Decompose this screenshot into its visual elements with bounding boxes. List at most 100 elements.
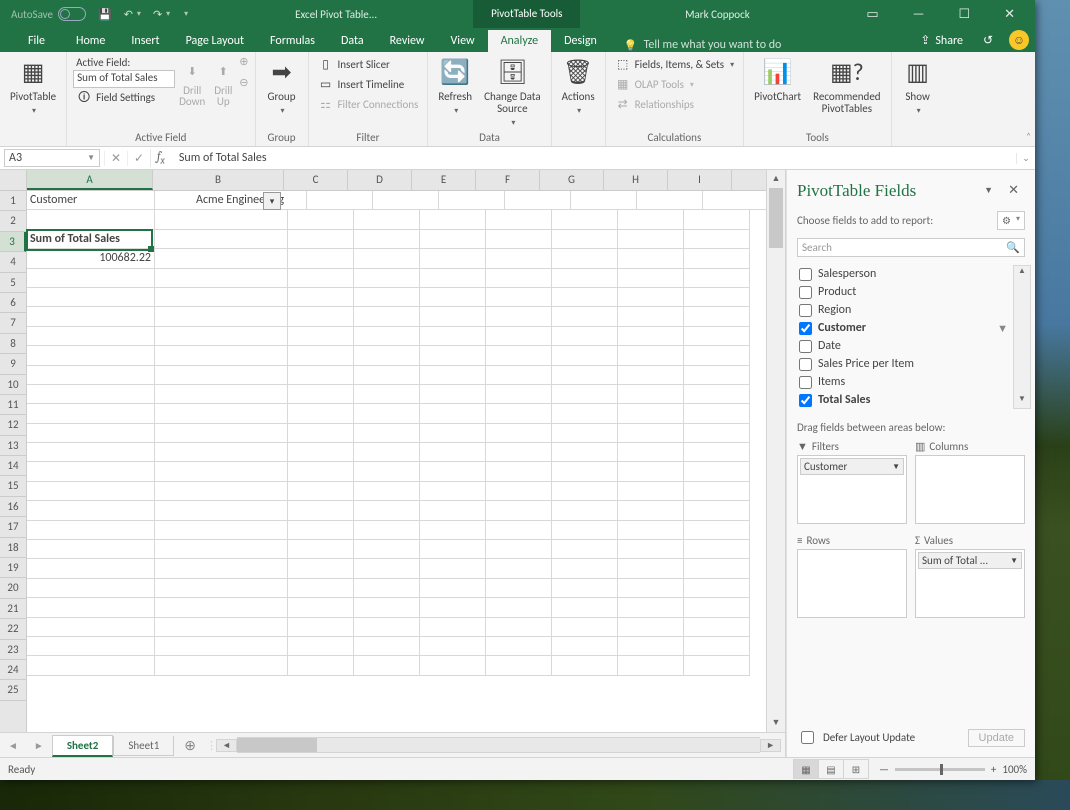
row-header-10[interactable]: 10 bbox=[0, 375, 26, 395]
cell-C22[interactable] bbox=[288, 598, 354, 617]
horizontal-scrollbar[interactable]: ◄ ► bbox=[216, 737, 781, 753]
cell-F4[interactable] bbox=[486, 249, 552, 268]
field-region[interactable]: Region bbox=[797, 301, 1010, 319]
cell-I1[interactable] bbox=[703, 191, 766, 210]
enter-formula-icon[interactable]: ✓ bbox=[127, 151, 150, 166]
cell-F15[interactable] bbox=[486, 462, 552, 481]
cell-F1[interactable] bbox=[505, 191, 571, 210]
cell-E20[interactable] bbox=[420, 559, 486, 578]
cell-H1[interactable] bbox=[637, 191, 703, 210]
cell-A7[interactable] bbox=[27, 307, 155, 326]
cell-E4[interactable] bbox=[420, 249, 486, 268]
cell-E19[interactable] bbox=[420, 540, 486, 559]
cell-I22[interactable] bbox=[684, 598, 750, 617]
cell-G7[interactable] bbox=[552, 307, 618, 326]
collapse-field-icon[interactable]: ⊖ bbox=[239, 76, 248, 89]
cell-E18[interactable] bbox=[420, 521, 486, 540]
new-sheet-button[interactable]: ⊕ bbox=[174, 737, 206, 754]
field-customer[interactable]: Customer▼ bbox=[797, 319, 1010, 337]
cell-B22[interactable] bbox=[155, 598, 288, 617]
row-header-25[interactable]: 25 bbox=[0, 680, 26, 700]
cell-D5[interactable] bbox=[354, 269, 420, 288]
sheet-nav-prev[interactable]: ◄ bbox=[0, 739, 26, 752]
collapse-ribbon-icon[interactable]: ˄ bbox=[1026, 131, 1031, 142]
cell-E7[interactable] bbox=[420, 307, 486, 326]
cell-B17[interactable] bbox=[155, 501, 288, 520]
cell-C17[interactable] bbox=[288, 501, 354, 520]
cell-E22[interactable] bbox=[420, 598, 486, 617]
row-header-2[interactable]: 2 bbox=[0, 211, 26, 231]
cell-B21[interactable] bbox=[155, 579, 288, 598]
tab-page-layout[interactable]: Page Layout bbox=[173, 30, 257, 52]
cell-E25[interactable] bbox=[420, 656, 486, 675]
column-header-C[interactable]: C bbox=[284, 170, 348, 190]
row-header-18[interactable]: 18 bbox=[0, 538, 26, 558]
cell-D22[interactable] bbox=[354, 598, 420, 617]
zoom-slider[interactable] bbox=[895, 768, 985, 771]
cell-D21[interactable] bbox=[354, 579, 420, 598]
cell-I21[interactable] bbox=[684, 579, 750, 598]
cell-A16[interactable] bbox=[27, 482, 155, 501]
pane-close-icon[interactable]: ✕ bbox=[1002, 180, 1025, 201]
cell-A11[interactable] bbox=[27, 385, 155, 404]
view-page-break-icon[interactable]: ⊞ bbox=[843, 759, 869, 779]
cell-I23[interactable] bbox=[684, 618, 750, 637]
cell-I18[interactable] bbox=[684, 521, 750, 540]
cell-C25[interactable] bbox=[288, 656, 354, 675]
row-header-13[interactable]: 13 bbox=[0, 436, 26, 456]
cell-E1[interactable] bbox=[439, 191, 505, 210]
cell-G21[interactable] bbox=[552, 579, 618, 598]
cell-H7[interactable] bbox=[618, 307, 684, 326]
cell-E12[interactable] bbox=[420, 404, 486, 423]
insert-slicer-button[interactable]: ▯Insert Slicer bbox=[315, 55, 422, 75]
cell-I15[interactable] bbox=[684, 462, 750, 481]
column-header-A[interactable]: A bbox=[27, 170, 153, 190]
cell-I13[interactable] bbox=[684, 424, 750, 443]
column-header-D[interactable]: D bbox=[348, 170, 412, 190]
cell-A23[interactable] bbox=[27, 618, 155, 637]
cell-F22[interactable] bbox=[486, 598, 552, 617]
cell-F20[interactable] bbox=[486, 559, 552, 578]
name-box[interactable]: A3▼ bbox=[4, 149, 100, 167]
cell-C21[interactable] bbox=[288, 579, 354, 598]
redo-button[interactable]: ↷▾ bbox=[148, 5, 175, 24]
cell-F12[interactable] bbox=[486, 404, 552, 423]
cell-F16[interactable] bbox=[486, 482, 552, 501]
scroll-right-icon[interactable]: ► bbox=[760, 739, 781, 752]
cell-F10[interactable] bbox=[486, 366, 552, 385]
cell-C14[interactable] bbox=[288, 443, 354, 462]
cell-D17[interactable] bbox=[354, 501, 420, 520]
cell-D10[interactable] bbox=[354, 366, 420, 385]
cell-E10[interactable] bbox=[420, 366, 486, 385]
cell-I19[interactable] bbox=[684, 540, 750, 559]
rows-area[interactable]: ≡Rows bbox=[797, 532, 907, 618]
cell-G25[interactable] bbox=[552, 656, 618, 675]
cell-E5[interactable] bbox=[420, 269, 486, 288]
refresh-button[interactable]: 🔄Refresh▾ bbox=[434, 55, 476, 119]
field-checkbox[interactable] bbox=[799, 376, 812, 389]
cell-B5[interactable] bbox=[155, 269, 288, 288]
cell-E8[interactable] bbox=[420, 327, 486, 346]
cell-D2[interactable] bbox=[354, 210, 420, 229]
columns-area[interactable]: ▥Columns bbox=[915, 438, 1025, 524]
cell-E23[interactable] bbox=[420, 618, 486, 637]
row-header-8[interactable]: 8 bbox=[0, 334, 26, 354]
tab-review[interactable]: Review bbox=[377, 30, 438, 52]
cell-D15[interactable] bbox=[354, 462, 420, 481]
cell-H25[interactable] bbox=[618, 656, 684, 675]
tab-design[interactable]: Design bbox=[551, 30, 610, 52]
cell-B20[interactable] bbox=[155, 559, 288, 578]
cell-C1[interactable] bbox=[307, 191, 373, 210]
field-product[interactable]: Product bbox=[797, 283, 1010, 301]
field-search-input[interactable]: Search🔍 bbox=[797, 238, 1025, 257]
row-header-16[interactable]: 16 bbox=[0, 497, 26, 517]
cell-I14[interactable] bbox=[684, 443, 750, 462]
group-button[interactable]: ➡Group▾ bbox=[262, 55, 302, 119]
cell-D13[interactable] bbox=[354, 424, 420, 443]
tab-data[interactable]: Data bbox=[328, 30, 377, 52]
pivottable-button[interactable]: ▦PivotTable▾ bbox=[6, 55, 60, 119]
cell-I10[interactable] bbox=[684, 366, 750, 385]
cell-D6[interactable] bbox=[354, 288, 420, 307]
cell-I6[interactable] bbox=[684, 288, 750, 307]
expand-formula-bar-icon[interactable]: ⌄ bbox=[1016, 153, 1035, 164]
